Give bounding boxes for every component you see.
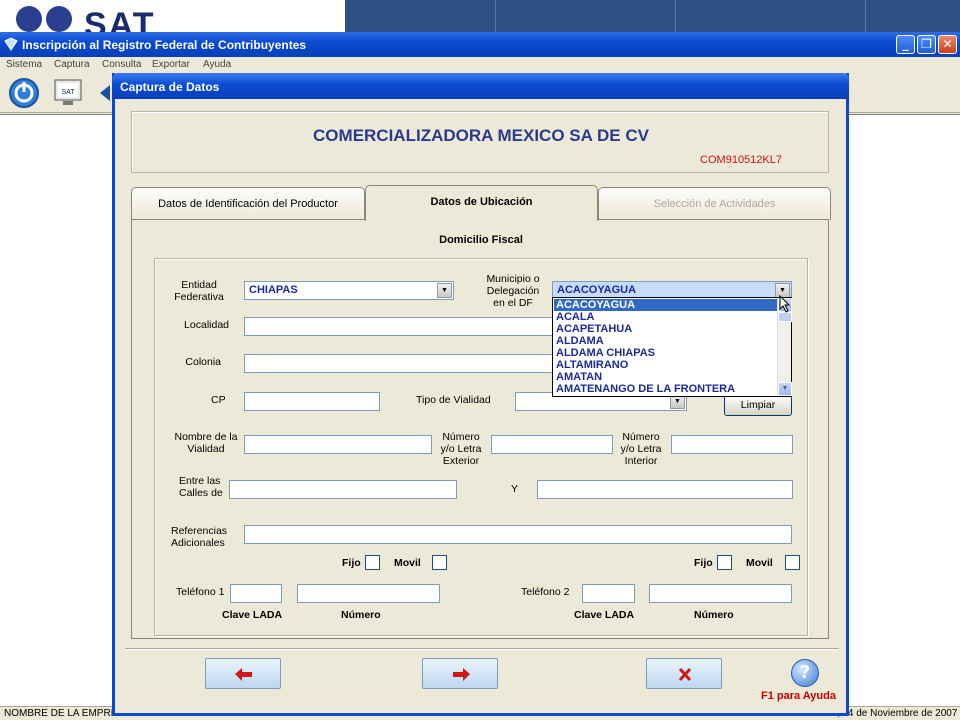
app-icon — [4, 37, 18, 51]
tab-identificacion[interactable]: Datos de Identificación del Productor — [131, 187, 365, 220]
menu-ayuda[interactable]: Ayuda — [203, 59, 231, 70]
colonia-input[interactable] — [244, 354, 554, 373]
municipio-dropdown-list[interactable]: ACACOYAGUA ACALA ACAPETAHUA ALDAMA ALDAM… — [552, 297, 792, 397]
telefono2-numero-input[interactable] — [649, 584, 792, 603]
sat-monitor-button[interactable]: SAT — [52, 77, 84, 109]
cursor-icon — [779, 295, 791, 313]
next-button[interactable] — [422, 658, 498, 689]
numero-exterior-input[interactable] — [491, 435, 613, 454]
label-colonia: Colonia — [185, 356, 221, 368]
company-header: COMERCIALIZADORA MEXICO SA DE CV COM9105… — [131, 111, 829, 173]
restore-button[interactable]: ❐ — [917, 35, 936, 54]
arrow-left-icon — [235, 668, 252, 681]
label-numero-2: Número — [694, 609, 734, 621]
power-button[interactable] — [8, 77, 40, 109]
telefono2-lada-input[interactable] — [582, 584, 635, 603]
svg-text:SAT: SAT — [61, 89, 75, 96]
menu-bar: Sistema Captura Consulta Exportar Ayuda — [0, 57, 960, 73]
cp-input[interactable] — [244, 392, 380, 411]
captura-dialog: Captura de Datos COMERCIALIZADORA MEXICO… — [112, 73, 849, 716]
close-icon — [678, 667, 692, 682]
label-clave-lada-2: Clave LADA — [574, 609, 635, 621]
label-referencias: Referencias Adicionales — [171, 525, 228, 549]
power-icon — [9, 78, 39, 108]
menu-sistema[interactable]: Sistema — [6, 59, 42, 70]
label-entre-calles: Entre las Calles de — [179, 475, 223, 499]
bottom-separator — [125, 648, 839, 650]
company-name: COMERCIALIZADORA MEXICO SA DE CV — [313, 126, 649, 145]
close-window-button[interactable]: ✕ — [938, 35, 957, 54]
telefono1-numero-input[interactable] — [297, 584, 440, 603]
chevron-down-icon[interactable]: ▼ — [437, 283, 452, 298]
menu-exportar[interactable]: Exportar — [152, 59, 190, 70]
dialog-title-bar: Captura de Datos — [112, 73, 849, 99]
scroll-thumb[interactable] — [778, 312, 792, 322]
municipio-option[interactable]: ALDAMA CHIAPAS — [554, 347, 778, 359]
main-window-title: Inscripción al Registro Federal de Contr… — [22, 38, 307, 52]
scroll-down-icon[interactable]: ▼ — [778, 382, 792, 396]
fijo-checkbox-2[interactable] — [717, 555, 732, 570]
movil-checkbox-1[interactable] — [432, 555, 447, 570]
previous-button[interactable] — [205, 658, 281, 689]
help-icon[interactable]: ? — [791, 659, 819, 687]
label-telefono-1: Teléfono 1 — [176, 586, 225, 598]
municipio-option[interactable]: AMATENANGO DE LA FRONTERA — [554, 383, 778, 395]
entidad-value: CHIAPAS — [249, 284, 298, 296]
numero-interior-input[interactable] — [671, 435, 793, 454]
municipio-option[interactable]: ALTAMIRANO — [554, 359, 778, 371]
help-label: F1 para Ayuda — [761, 690, 836, 702]
label-entidad: Entidad Federativa — [174, 279, 224, 303]
arrow-icon — [100, 85, 110, 101]
banner-photo-strip — [345, 0, 960, 34]
telefono1-lada-input[interactable] — [230, 584, 282, 603]
label-fijo-2: Fijo — [694, 557, 713, 569]
municipio-option[interactable]: ACALA — [554, 311, 778, 323]
label-tipo-vialidad: Tipo de Vialidad — [416, 394, 491, 406]
label-numero-exterior: Número y/o Letra Exterior — [440, 431, 482, 467]
label-numero-interior: Número y/o Letra Interior — [620, 431, 662, 467]
limpiar-button[interactable]: Limpiar — [724, 395, 792, 416]
ubicacion-panel: Domicilio Fiscal Entidad Federativa CHIA… — [131, 219, 829, 639]
municipio-option[interactable]: AMATAN — [554, 371, 778, 383]
label-cp: CP — [211, 394, 226, 406]
municipio-option[interactable]: ACACOYAGUA — [554, 299, 778, 311]
dialog-title: Captura de Datos — [120, 80, 220, 94]
label-movil-1: Movil — [394, 557, 421, 569]
calle2-input[interactable] — [537, 480, 793, 499]
label-clave-lada-1: Clave LADA — [222, 609, 283, 621]
label-nombre-vialidad: Nombre de la Vialidad — [174, 431, 238, 455]
referencias-input[interactable] — [244, 525, 792, 544]
movil-checkbox-2[interactable] — [785, 555, 800, 570]
main-title-bar: Inscripción al Registro Federal de Contr… — [0, 32, 960, 57]
arrow-right-icon — [453, 668, 470, 681]
label-localidad: Localidad — [184, 319, 229, 331]
company-rfc: COM910512KL7 — [700, 154, 782, 166]
localidad-input[interactable] — [244, 317, 554, 336]
cancel-button[interactable] — [646, 658, 722, 689]
sat-banner: SAT — [0, 0, 960, 42]
municipio-option[interactable]: ALDAMA — [554, 335, 778, 347]
toolbar-partial-button[interactable] — [96, 77, 112, 109]
municipio-value: ACACOYAGUA — [557, 284, 637, 296]
label-movil-2: Movil — [746, 557, 773, 569]
label-numero-1: Número — [341, 609, 381, 621]
tab-ubicacion[interactable]: Datos de Ubicación — [365, 185, 598, 221]
label-telefono-2: Teléfono 2 — [521, 586, 570, 598]
menu-captura[interactable]: Captura — [54, 59, 90, 70]
label-municipio: Municipio o Delegación en el DF — [486, 273, 540, 309]
tab-actividades: Selección de Actividades — [598, 187, 831, 220]
calle1-input[interactable] — [229, 480, 457, 499]
minimize-button[interactable]: _ — [896, 35, 915, 54]
nombre-vialidad-input[interactable] — [244, 435, 432, 454]
menu-consulta[interactable]: Consulta — [102, 59, 141, 70]
section-title: Domicilio Fiscal — [439, 234, 523, 246]
fijo-checkbox-1[interactable] — [365, 555, 380, 570]
label-y: Y — [511, 483, 519, 495]
monitor-icon: SAT — [54, 79, 82, 105]
municipio-option[interactable]: ACAPETAHUA — [554, 323, 778, 335]
label-fijo-1: Fijo — [342, 557, 361, 569]
entidad-select[interactable]: CHIAPAS ▼ — [244, 281, 454, 300]
